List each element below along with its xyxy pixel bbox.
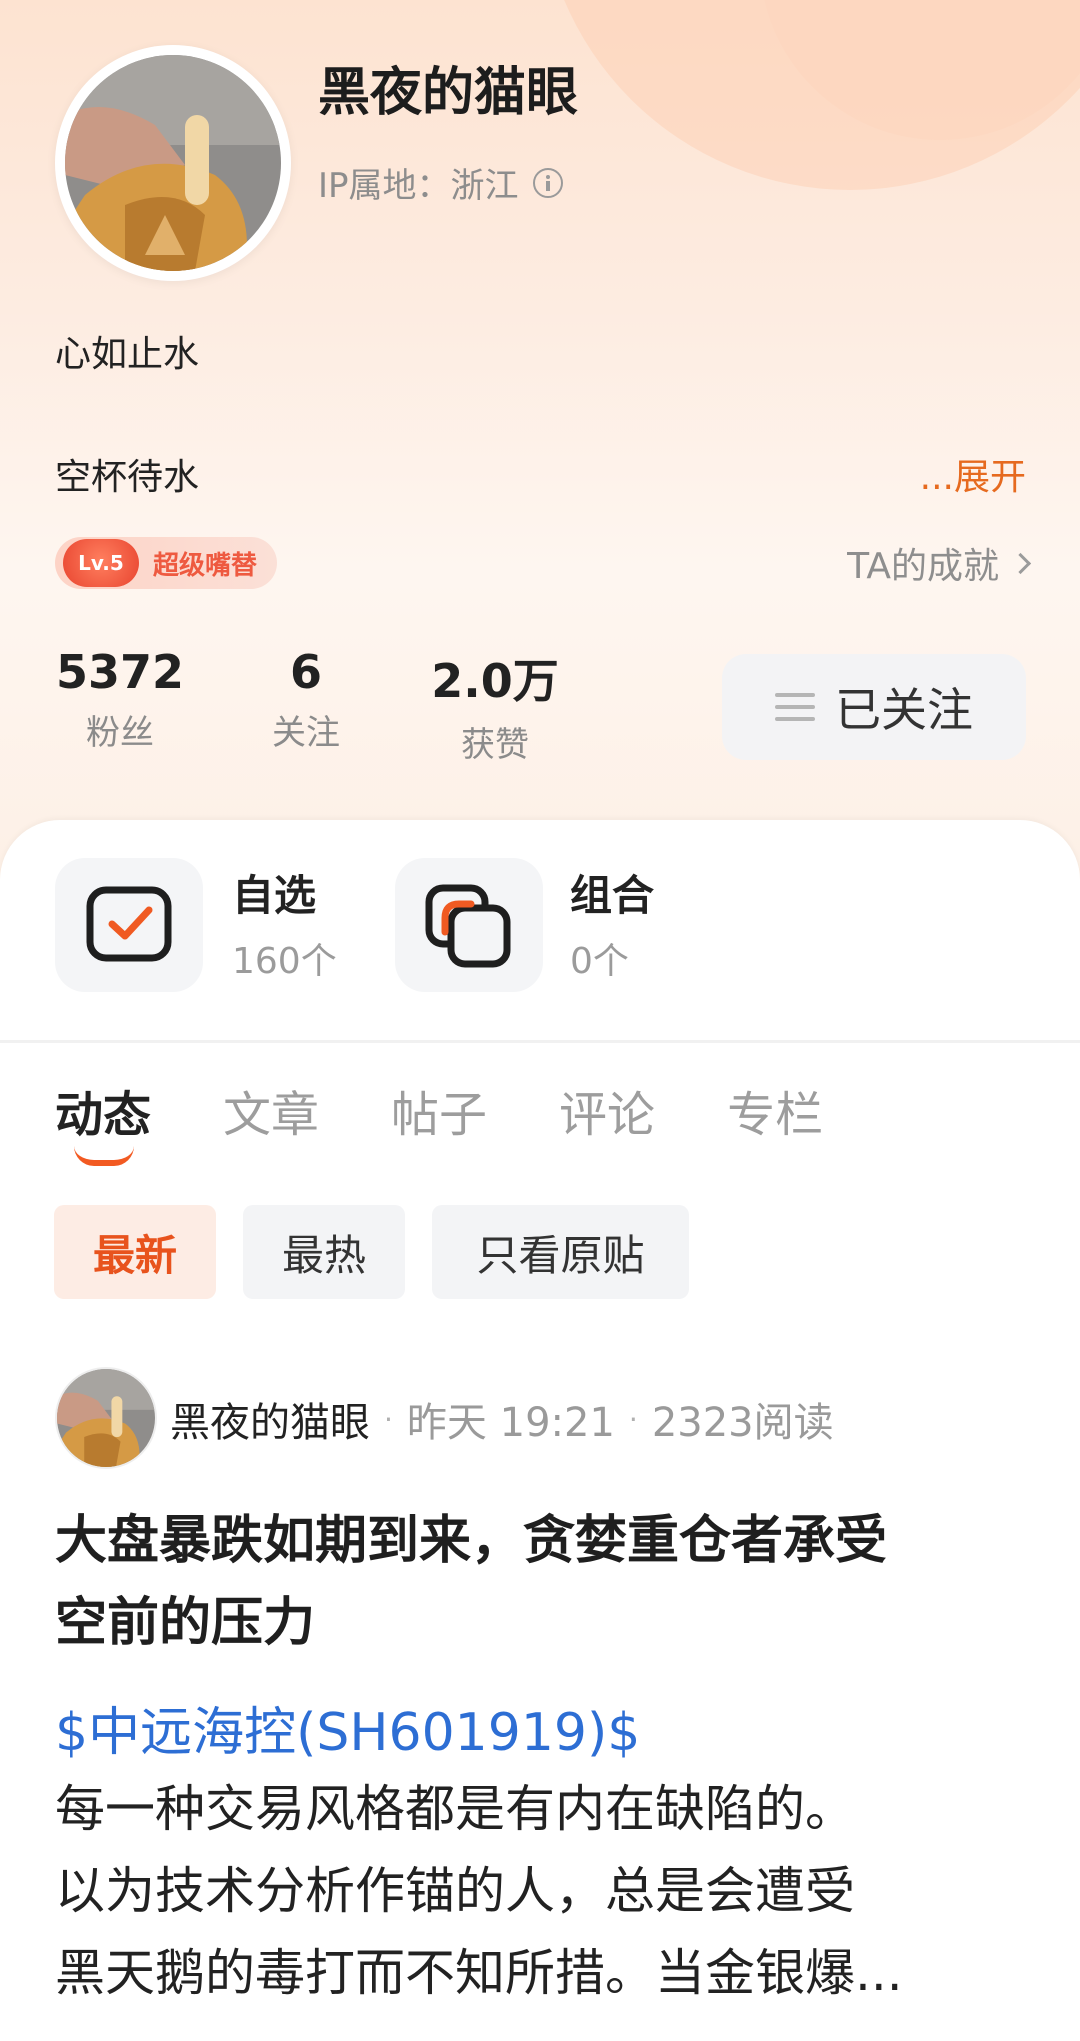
info-icon[interactable]	[532, 167, 563, 198]
post-read-count: 2323阅读	[651, 1400, 834, 1446]
achievements-link[interactable]: TA的成就	[847, 537, 1032, 589]
tab-posts[interactable]: 帖子	[391, 1075, 487, 1145]
stat-fans[interactable]: 5372 粉丝	[55, 645, 185, 754]
follow-button[interactable]: 已关注	[722, 654, 1026, 760]
post-title-line: 空前的压力	[55, 1593, 316, 1653]
stat-value: 5372	[55, 645, 185, 699]
portfolio-title[interactable]: 组合	[570, 862, 654, 923]
ip-location-text: IP属地：浙江	[318, 166, 519, 206]
divider	[0, 1040, 1080, 1043]
post-excerpt[interactable]: 每一种交易风格都是有内在缺陷的。 以为技术分析作锚的人，总是会遭受 黑天鹅的毒打…	[55, 1768, 1025, 2014]
watchlist-tile-icon[interactable]	[55, 858, 203, 992]
tab-comments[interactable]: 评论	[559, 1075, 655, 1145]
avatar-image	[65, 55, 281, 271]
stat-value: 2.0万	[431, 654, 559, 708]
stock-tag-link[interactable]: $中远海控(SH601919)$	[55, 1690, 640, 1765]
follow-button-label: 已关注	[835, 683, 973, 737]
post-meta: 黑夜的猫眼 · 昨天 19:21 · 2323阅读	[170, 1390, 834, 1448]
post-excerpt-line: 黑天鹅的毒打而不知所措。当金银爆...	[55, 1944, 903, 2002]
ip-location: IP属地：浙江	[318, 158, 563, 207]
tab-columns[interactable]: 专栏	[727, 1075, 823, 1145]
profile-avatar[interactable]	[55, 45, 291, 281]
stat-label: 获赞	[461, 725, 529, 765]
portfolio-tile-icon[interactable]	[395, 858, 543, 992]
tab-articles[interactable]: 文章	[223, 1075, 319, 1145]
portfolio-count: 0个	[570, 941, 629, 982]
content-tabs: 动态 文章 帖子 评论 专栏	[55, 1075, 895, 1145]
tab-dynamics[interactable]: 动态	[55, 1075, 151, 1145]
filter-hot[interactable]: 最热	[243, 1205, 405, 1299]
stat-label: 粉丝	[86, 713, 154, 753]
post-time: 昨天 19:21	[406, 1400, 615, 1446]
level-badge[interactable]: Lv.5 超级嘴替	[55, 537, 277, 589]
stat-label: 关注	[272, 713, 340, 753]
stat-following[interactable]: 6 关注	[258, 645, 354, 754]
level-badge-icon: Lv.5	[63, 539, 139, 587]
stat-likes[interactable]: 2.0万 获赞	[425, 645, 565, 766]
watchlist-count: 160个	[232, 941, 337, 982]
post-excerpt-line: 每一种交易风格都是有内在缺陷的。	[55, 1780, 855, 1838]
level-badge-title: 超级嘴替	[153, 551, 258, 581]
stat-value: 6	[289, 645, 322, 699]
checkbox-icon	[86, 886, 172, 962]
menu-icon	[775, 693, 815, 721]
filter-original-only[interactable]: 只看原贴	[432, 1205, 689, 1299]
post-excerpt-line: 以为技术分析作锚的人，总是会遭受	[55, 1862, 855, 1920]
post-title[interactable]: 大盘暴跌如期到来，贪婪重仓者承受 空前的压力	[55, 1500, 1035, 1664]
bio-line: 心如止水	[55, 334, 200, 375]
profile-username: 黑夜的猫眼	[318, 63, 579, 123]
achievements-label: TA的成就	[847, 546, 999, 587]
watchlist-title[interactable]: 自选	[232, 862, 316, 923]
filter-latest[interactable]: 最新	[54, 1205, 216, 1299]
post-author-name[interactable]: 黑夜的猫眼	[170, 1390, 370, 1448]
chevron-right-icon	[1009, 552, 1032, 574]
bio-line: 空杯待水	[55, 457, 200, 498]
expand-bio-link[interactable]: ...展开	[920, 448, 1026, 500]
portfolio-icon	[425, 884, 511, 968]
separator-dot: ·	[384, 1402, 393, 1436]
post-title-line: 大盘暴跌如期到来，贪婪重仓者承受	[55, 1511, 888, 1571]
separator-dot: ·	[628, 1402, 638, 1436]
post-author-avatar[interactable]	[55, 1367, 157, 1469]
